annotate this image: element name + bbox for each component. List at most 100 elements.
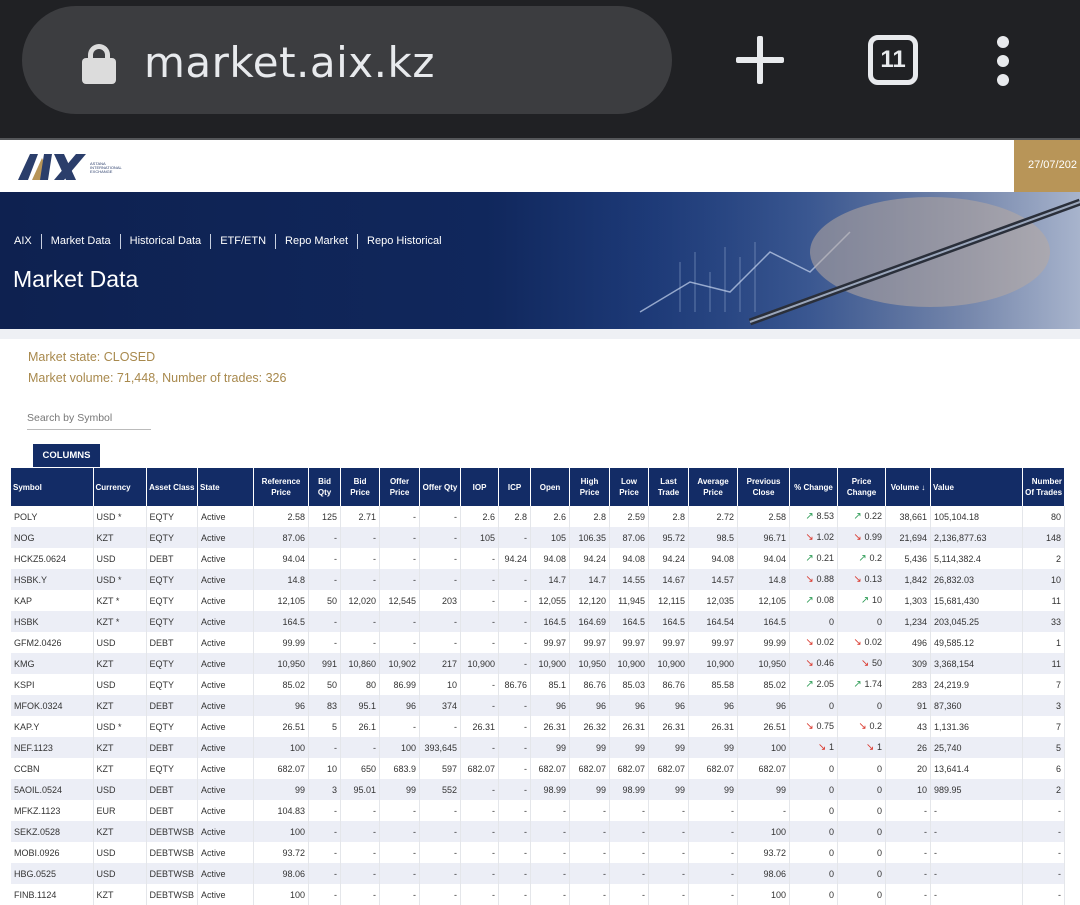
column-header[interactable]: Bid Qty	[308, 468, 342, 506]
table-row[interactable]: KAP.Y USD * EQTY Active 26.51 5 26.1- -26.31-26…	[11, 716, 1066, 737]
nav-item-etf-etn[interactable]: ETF/ETN	[210, 234, 275, 249]
table-cell: -	[419, 821, 462, 842]
table-row[interactable]: MOBI.0926 USD DEBTWSB Active 93.72- - - - - - - - - -…	[11, 842, 1066, 863]
browser-toolbar: market.aix.kz 11	[0, 0, 1080, 138]
table-row[interactable]: FINB.1124 KZT DEBTWSB Active 100- - - - - - - - - - -1…	[11, 884, 1066, 905]
table-row[interactable]: MFOK.0324 KZT DEBT Active 96 83 95.1 96 374- -96 9…	[11, 695, 1066, 716]
trend-down-icon: ↘	[805, 532, 817, 543]
table-cell: -	[498, 527, 532, 548]
table-cell: -	[498, 653, 532, 674]
table-cell: KZT	[93, 527, 147, 548]
table-cell: -	[419, 884, 462, 905]
table-cell: -	[498, 863, 532, 884]
table-cell: -	[308, 884, 342, 905]
browser-menu-icon[interactable]	[995, 36, 1011, 86]
table-cell: -	[460, 821, 500, 842]
table-cell: -	[930, 863, 1024, 884]
new-tab-button[interactable]	[736, 36, 784, 84]
table-row[interactable]: KSPI USD EQTY Active 85.02 50 80 86.99 10-86.76 8…	[11, 674, 1066, 695]
column-header[interactable]: Value	[930, 468, 1024, 506]
table-row[interactable]: HSBK.Y USD * EQTY Active 14.8- - - - - -14.7 14.7 1…	[11, 569, 1066, 590]
table-row[interactable]: CCBN KZT EQTY Active 682.07 10 650 683.9 597 682.…	[11, 758, 1066, 779]
column-header[interactable]: Reference Price	[253, 468, 310, 506]
column-header[interactable]: Price Change	[837, 468, 887, 506]
table-cell: Active	[197, 779, 255, 800]
table-cell: -	[379, 800, 421, 821]
table-cell: -	[609, 821, 650, 842]
table-cell: 3	[308, 779, 342, 800]
column-header[interactable]: IOP	[460, 468, 500, 506]
table-cell: 164.5	[737, 611, 791, 632]
url-text[interactable]: market.aix.kz	[144, 38, 435, 87]
table-cell: 94.24	[569, 548, 611, 569]
table-cell: 100	[253, 884, 310, 905]
column-header[interactable]: State	[197, 468, 255, 506]
table-cell: 682.07	[737, 758, 791, 779]
nav-item-aix[interactable]: AIX	[14, 234, 41, 249]
search-input[interactable]: Search by Symbol	[27, 410, 151, 430]
column-header[interactable]: Number Of Trades	[1022, 468, 1066, 506]
table-cell: -	[340, 569, 381, 590]
column-header[interactable]: Asset Class	[146, 468, 199, 506]
table-cell: -	[340, 842, 381, 863]
nav-item-market-data[interactable]: Market Data	[40, 234, 120, 249]
table-cell: -	[308, 548, 342, 569]
table-cell: USD	[93, 842, 147, 863]
tab-switcher-button[interactable]: 11	[868, 35, 918, 85]
table-cell: -	[379, 821, 421, 842]
column-header[interactable]: High Price	[569, 468, 611, 506]
table-cell: 374	[419, 695, 462, 716]
table-cell: -	[609, 842, 650, 863]
column-header[interactable]: Average Price	[688, 468, 739, 506]
table-cell: 14.8	[253, 569, 310, 590]
table-cell: -	[379, 569, 421, 590]
column-header[interactable]: Offer Qty	[419, 468, 462, 506]
column-header[interactable]: Last Trade	[648, 468, 690, 506]
table-row[interactable]: MFKZ.1123 EUR DEBT Active 104.83- - - - - - - - - - - -…	[11, 800, 1066, 821]
address-bar[interactable]: market.aix.kz	[22, 6, 672, 114]
nav-item-repo-market[interactable]: Repo Market	[275, 234, 357, 249]
column-header[interactable]: Bid Price	[340, 468, 381, 506]
table-row[interactable]: GFM2.0426 USD DEBT Active 99.99- - - - - -99.97 99…	[11, 632, 1066, 653]
table-cell: 682.07	[460, 758, 500, 779]
table-cell: 98.99	[609, 779, 650, 800]
table-cell: 26.31	[530, 716, 571, 737]
table-cell: 96	[253, 695, 310, 716]
column-header[interactable]: Volume ↓	[885, 468, 932, 506]
table-cell: -	[460, 863, 500, 884]
table-cell: -	[530, 800, 571, 821]
table-row[interactable]: HCKZ5.0624 USD DEBT Active 94.04- - - - -94.24 94…	[11, 548, 1066, 569]
symbol-cell: HCKZ5.0624	[11, 548, 94, 569]
table-cell: -	[498, 884, 532, 905]
column-header[interactable]: Symbol	[11, 468, 94, 506]
nav-item-repo-historical[interactable]: Repo Historical	[357, 234, 451, 249]
table-cell: 38,661	[885, 506, 932, 527]
table-row[interactable]: NEF.1123 KZT DEBT Active 100- -100 393,645- -99…	[11, 737, 1066, 758]
table-row[interactable]: HSBK KZT * EQTY Active 164.5- - - - - -164.5 164.6…	[11, 611, 1066, 632]
table-cell: 86.76	[498, 674, 532, 695]
column-header[interactable]: Low Price	[609, 468, 650, 506]
column-header[interactable]: ICP	[498, 468, 532, 506]
table-row[interactable]: 5AOIL.0524 USD DEBT Active 99 3 95.01 99 552- -98…	[11, 779, 1066, 800]
nav-item-historical-data[interactable]: Historical Data	[119, 234, 211, 249]
column-header[interactable]: Currency	[93, 468, 147, 506]
table-cell: -	[498, 569, 532, 590]
column-header[interactable]: Previous Close	[737, 468, 791, 506]
table-cell: -	[340, 884, 381, 905]
table-row[interactable]: HBG.0525 USD DEBTWSB Active 98.06- - - - - - - - - - -…	[11, 863, 1066, 884]
table-cell: Active	[197, 548, 255, 569]
table-cell: 3	[1022, 695, 1066, 716]
table-row[interactable]: KMG KZT EQTY Active 10,950 991 10,860 10,902 217…	[11, 653, 1066, 674]
table-cell: 2	[1022, 779, 1066, 800]
table-row[interactable]: SEKZ.0528 KZT DEBTWSB Active 100- - - - - - - - - - -1…	[11, 821, 1066, 842]
table-row[interactable]: POLY USD * EQTY Active 2.58 125 2.71- -2.6 2.8 2.…	[11, 506, 1066, 527]
column-header[interactable]: Offer Price	[379, 468, 421, 506]
table-row[interactable]: NOG KZT EQTY Active 87.06- - - -105-105 106.35 87…	[11, 527, 1066, 548]
table-cell: ↘ 1	[789, 737, 839, 758]
column-header[interactable]: Open	[530, 468, 571, 506]
column-header[interactable]: % Change	[789, 468, 839, 506]
table-row[interactable]: KAP KZT * EQTY Active 12,105 50 12,020 12,545 20…	[11, 590, 1066, 611]
columns-button[interactable]: COLUMNS	[33, 444, 100, 467]
lock-icon[interactable]	[82, 44, 116, 84]
table-cell: 100	[253, 821, 310, 842]
